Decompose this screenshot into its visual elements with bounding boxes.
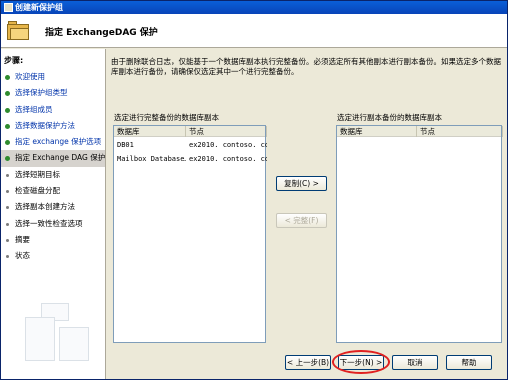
sidebar-step: 摘要: [1, 232, 105, 248]
pending-dot-icon: [6, 238, 9, 242]
sidebar-step: 欢迎使用: [1, 69, 105, 85]
title-bar[interactable]: 创建新保护组: [1, 1, 507, 14]
cell-node: ex2010. contoso. com: [189, 141, 267, 149]
sidebar-step: 选择数据保护方法: [1, 118, 105, 134]
wizard-window: 创建新保护组 指定 ExchangeDAG 保护 步骤: 欢迎使用选择保护组类型…: [0, 0, 508, 380]
steps-list: 欢迎使用选择保护组类型 选择组成员选择数据保护方法指定 exchange 保护选项…: [1, 69, 105, 265]
table-row[interactable]: DB01 ex2010. contoso. com: [114, 139, 267, 152]
sidebar-step: 选择副本创建方法: [1, 199, 105, 215]
sidebar-step: 选择保护组类型: [1, 85, 105, 101]
wizard-header: 指定 ExchangeDAG 保护: [1, 14, 507, 48]
copy-button[interactable]: 复制(C) >: [276, 176, 327, 191]
sidebar-step: 选择组成员: [1, 102, 105, 118]
copy-backup-list-label: 选定进行副本备份的数据库副本: [337, 113, 442, 122]
full-backup-button[interactable]: < 完整(F): [276, 213, 327, 228]
sidebar-step: 选择一致性检查选项: [1, 216, 105, 232]
next-button[interactable]: 下一步(N) >: [338, 355, 384, 370]
pending-dot-icon: [6, 206, 9, 210]
steps-sidebar: 步骤: 欢迎使用选择保护组类型 选择组成员选择数据保护方法指定 exchange …: [1, 49, 106, 379]
help-button[interactable]: 帮助: [446, 355, 492, 370]
back-button[interactable]: < 上一步(B): [285, 355, 331, 370]
column-header-node[interactable]: 节点: [186, 126, 267, 137]
sidebar-step-label: 选择组成员: [15, 104, 53, 114]
column-header-database[interactable]: 数据库: [337, 126, 417, 137]
sidebar-step-label: 摘要: [15, 234, 30, 244]
full-backup-list-label: 选定进行完整备份的数据库副本: [114, 113, 219, 122]
sidebar-step: 选择短期目标: [1, 167, 105, 183]
sidebar-step-label: 选择副本创建方法: [15, 202, 75, 212]
column-header-node[interactable]: 节点: [417, 126, 503, 137]
window-title: 创建新保护组: [15, 3, 63, 12]
sidebar-step-label: 选择一致性检查选项: [15, 218, 83, 228]
completed-dot-icon: [5, 75, 10, 80]
sidebar-step-label: 选择保护组类型: [15, 88, 68, 98]
completed-dot-icon: [5, 140, 10, 146]
steps-heading: 步骤:: [4, 56, 24, 65]
cell-database: DB01: [117, 141, 134, 149]
decorative-servers-icon: [15, 299, 101, 375]
sidebar-step-label: 检查磁盘分配: [15, 186, 60, 196]
completed-dot-icon: [5, 91, 10, 97]
sidebar-step-label: 选择短期目标: [15, 169, 60, 179]
list-header: 数据库 节点: [337, 126, 503, 137]
page-title: 指定 ExchangeDAG 保护: [45, 28, 158, 38]
sidebar-step-label: 指定 exchange 保护选项: [15, 137, 102, 147]
app-icon: [4, 3, 13, 12]
pending-dot-icon: [6, 255, 9, 259]
copy-backup-list[interactable]: 数据库 节点: [336, 125, 503, 343]
cell-database: Mailbox Database…: [117, 155, 186, 163]
cell-node: ex2010. contoso. com: [189, 155, 267, 163]
folder-icon: [7, 21, 29, 41]
completed-dot-icon: [5, 156, 10, 162]
sidebar-step-label: 选择数据保护方法: [15, 120, 75, 130]
list-header: 数据库 节点: [114, 126, 267, 137]
column-header-database[interactable]: 数据库: [114, 126, 186, 137]
sidebar-step: 指定 exchange 保护选项: [1, 134, 105, 150]
table-row[interactable]: Mailbox Database… ex2010. contoso. com: [114, 153, 267, 166]
pending-dot-icon: [6, 222, 9, 226]
sidebar-step-label: 欢迎使用: [15, 72, 45, 81]
sidebar-step: 检查磁盘分配: [1, 183, 105, 199]
sidebar-step: 状态: [1, 248, 105, 264]
full-backup-list[interactable]: 数据库 节点 DB01 ex2010. contoso. com Mailbox…: [113, 125, 267, 343]
completed-dot-icon: [5, 123, 10, 129]
pending-dot-icon: [6, 190, 9, 194]
sidebar-step-label: 指定 Exchange DAG 保护: [15, 153, 105, 163]
description-text: 由于删除联合日志，仅能基于一个数据库副本执行完整备份。必须选定所有其他副本进行副…: [111, 57, 501, 76]
sidebar-step-label: 状态: [15, 251, 30, 261]
pending-dot-icon: [6, 173, 9, 177]
cancel-button[interactable]: 取消: [392, 355, 438, 370]
sidebar-step: 指定 Exchange DAG 保护: [1, 150, 105, 167]
completed-dot-icon: [5, 107, 10, 113]
